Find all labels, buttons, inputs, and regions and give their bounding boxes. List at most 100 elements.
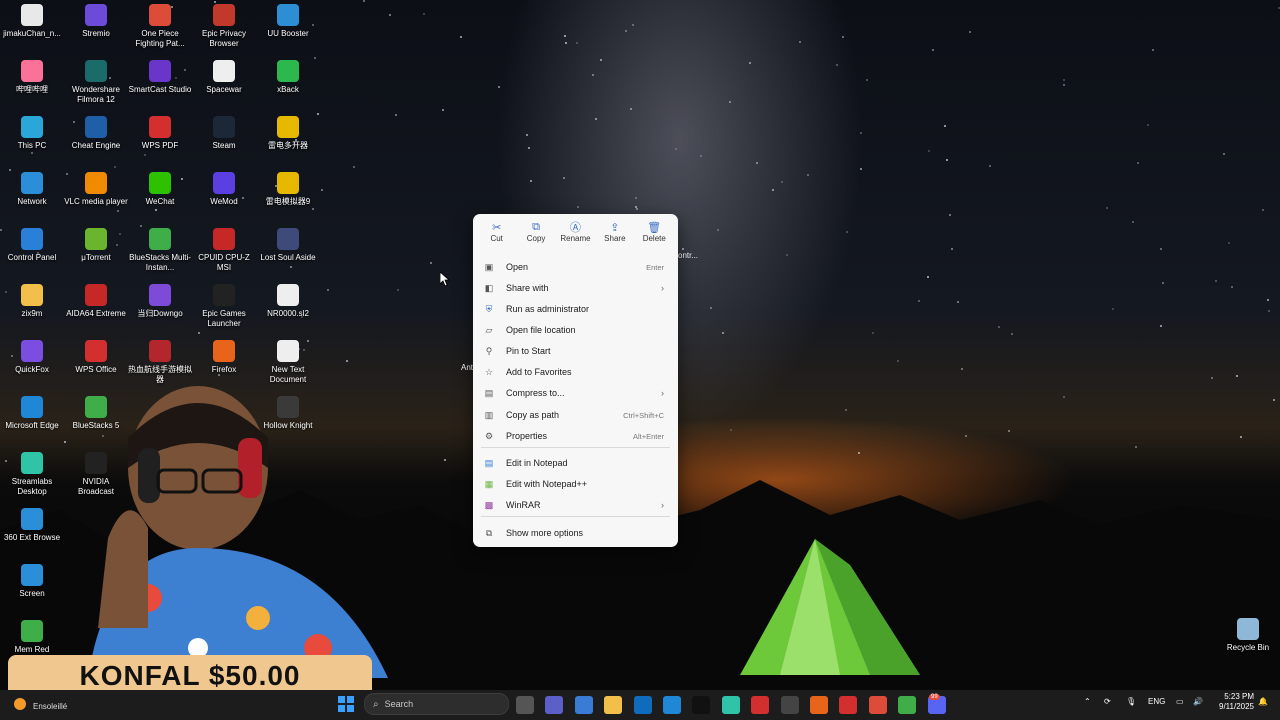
desktop-icon[interactable]: Recycle Bin (1216, 618, 1280, 653)
share-action-button[interactable]: ⇪ Share (596, 220, 634, 254)
desktop-icon-label: Epic Privacy Browser (201, 29, 246, 48)
edge-icon[interactable] (663, 696, 681, 714)
star (290, 265, 293, 268)
desktop-icon[interactable]: One Piece Fighting Pat... (128, 4, 192, 49)
desktop-icon[interactable]: Wondershare Filmora 12 (64, 60, 128, 105)
star (1239, 435, 1242, 438)
network-tray-icon[interactable]: ▭ (1176, 697, 1184, 706)
desktop-icon[interactable]: Cheat Engine (64, 116, 128, 151)
microphone-icon[interactable]: 🎙 (1126, 697, 1136, 706)
desktop-icon[interactable]: Control Panel (0, 228, 64, 263)
desktop-icon[interactable]: Stremio (64, 4, 128, 39)
desktop-icon[interactable]: 当归Downgo (128, 284, 192, 319)
desktop-icon[interactable]: QuickFox (0, 340, 64, 375)
context-menu-item[interactable]: ▩ WinRAR › (477, 495, 674, 515)
desktop-icon[interactable]: Streamlabs Desktop (0, 452, 64, 497)
desktop-icon-label: BlueStacks Multi-Instan... (129, 253, 191, 272)
notification-bell-icon[interactable]: 🔔 (1258, 697, 1268, 706)
clock[interactable]: 5:23 PM 9/11/2025 (1208, 692, 1254, 712)
desktop-icon[interactable]: WeMod (192, 172, 256, 207)
desktop-icon[interactable]: WPS PDF (128, 116, 192, 151)
desktop-icon[interactable]: Lost Soul Aside (256, 228, 320, 263)
menu-item-shortcut: Ctrl+Shift+C (623, 410, 664, 420)
weather-label[interactable]: Ensoleillé (33, 702, 67, 711)
cut-action-button[interactable]: ✂ Cut (478, 220, 516, 254)
context-menu-item[interactable]: ⧉ Show more options (477, 523, 674, 543)
volume-icon[interactable]: 🔊 (1193, 697, 1203, 706)
context-menu-item[interactable]: ▤ Edit in Notepad (477, 453, 674, 473)
desktop-icon[interactable]: WeChat (128, 172, 192, 207)
context-menu-item[interactable]: ⛨ Run as administrator (477, 299, 674, 319)
firefox-icon[interactable] (810, 696, 828, 714)
desktop-icon[interactable]: 雷电多开器 (256, 116, 320, 151)
file-explorer-icon[interactable] (604, 696, 623, 714)
desktop-icon[interactable]: Steam (192, 116, 256, 151)
chevron-right-icon: › (661, 283, 664, 293)
desktop-icon[interactable]: WPS Office (64, 340, 128, 375)
context-menu-item[interactable]: ⚲ Pin to Start (477, 341, 674, 361)
teams-icon[interactable] (545, 696, 564, 714)
share-with-icon: ◧ (484, 282, 494, 293)
desktop-icon[interactable]: BlueStacks Multi-Instan... (128, 228, 192, 273)
outlook-icon[interactable] (633, 696, 652, 714)
chrome-icon[interactable] (868, 696, 887, 714)
taskbar-search-box[interactable]: ⌕ Search (364, 693, 509, 715)
desktop-icon[interactable]: Network (0, 172, 64, 207)
store-icon[interactable] (574, 696, 593, 714)
desktop-icon[interactable]: Spacewar (192, 60, 256, 95)
desktop-icon[interactable]: 哔哩哔哩 (0, 60, 64, 95)
desktop-icon[interactable]: zix9m (0, 284, 64, 319)
task-view-icon[interactable] (516, 696, 534, 714)
wps-icon[interactable] (839, 696, 858, 714)
menu-item-label: Run as administrator (506, 304, 590, 314)
context-menu-item[interactable]: ◧ Share with › (477, 278, 674, 298)
sync-icon[interactable]: ⟳ (1104, 697, 1111, 706)
context-menu-item[interactable]: ⚙ Properties Alt+Enter (477, 426, 674, 446)
rename-action-button[interactable]: Ⓐ Rename (556, 220, 594, 254)
desktop-icon[interactable]: AIDA64 Extreme (64, 284, 128, 319)
tent (740, 539, 920, 675)
context-menu-item[interactable]: ▱ Open file location (477, 320, 674, 340)
desktop-icon[interactable]: This PC (0, 116, 64, 151)
smartcast-icon (149, 60, 171, 82)
netflix-icon[interactable] (692, 696, 711, 714)
desktop-icon[interactable]: SmartCast Studio (128, 60, 192, 95)
menu-item-label: Show more options (506, 528, 584, 538)
desktop-icon-label: SmartCast Studio (128, 85, 192, 94)
desktop-icon[interactable]: Screen (0, 564, 64, 599)
desktop-icon[interactable]: CPUID CPU-Z MSI (192, 228, 256, 273)
start-button[interactable] (338, 696, 354, 712)
desktop-icon-label: Recycle Bin (1226, 643, 1270, 652)
chevron-right-icon: › (661, 388, 664, 398)
desktop-icon[interactable]: NR0000.sl2 (256, 284, 320, 319)
context-menu-item[interactable]: ▣ Open Enter (477, 257, 674, 277)
weather-sun-icon[interactable] (14, 698, 26, 710)
language-indicator[interactable]: ENG (1148, 697, 1165, 706)
show-hidden-icons-chevron-icon[interactable]: ⌃ (1084, 697, 1091, 706)
desktop-icon[interactable]: Mem Red (0, 620, 64, 655)
context-menu-item[interactable]: ☆ Add to Favorites (477, 362, 674, 382)
bluestacks-icon[interactable] (898, 696, 917, 714)
star (897, 359, 900, 362)
desktop-icon[interactable]: Epic Privacy Browser (192, 4, 256, 49)
menu-separator (481, 516, 670, 517)
delete-action-button[interactable]: 🗑 Delete (635, 220, 673, 254)
desktop-icon[interactable]: jimakuChan_n... (0, 4, 64, 39)
copy-action-button[interactable]: ⧉ Copy (517, 220, 555, 254)
desktop-icon[interactable]: 雷电模拟器9 (256, 172, 320, 207)
desktop-icon[interactable]: Firefox (192, 340, 256, 375)
desktop-icon[interactable]: UU Booster (256, 4, 320, 39)
github-icon[interactable] (780, 696, 799, 714)
streamlabs-icon[interactable] (721, 696, 740, 714)
context-menu-item[interactable]: ▦ Edit with Notepad++ (477, 474, 674, 494)
desktop-icon[interactable]: xBack (256, 60, 320, 95)
desktop-icon[interactable]: μTorrent (64, 228, 128, 263)
desktop-icon[interactable]: Epic Games Launcher (192, 284, 256, 329)
context-menu-item[interactable]: ▤ Compress to... › (477, 383, 674, 403)
opera-icon[interactable] (751, 696, 770, 714)
steam-icon (213, 116, 235, 138)
desktop-icon[interactable]: Microsoft Edge (0, 396, 64, 431)
desktop-icon[interactable]: VLC media player (64, 172, 128, 207)
desktop-icon[interactable]: 360 Ext Browse (0, 508, 64, 543)
context-menu-item[interactable]: ▥ Copy as path Ctrl+Shift+C (477, 405, 674, 425)
